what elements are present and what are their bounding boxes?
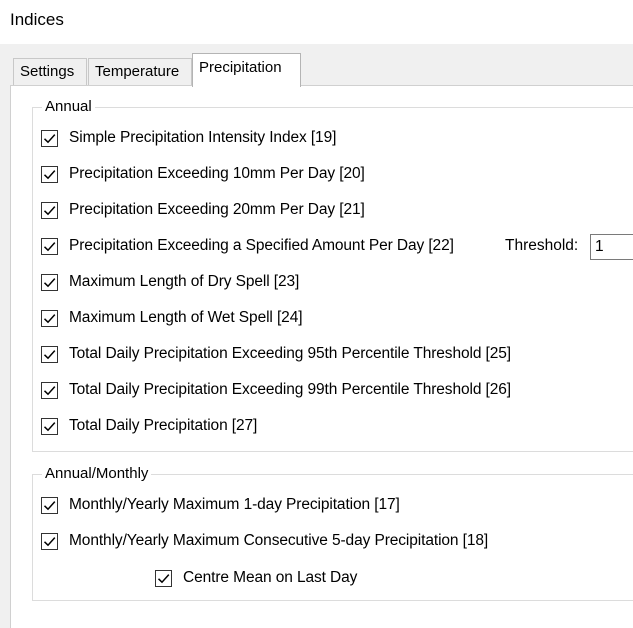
checkbox-row-wet-spell[interactable]: Maximum Length of Wet Spell [24]	[41, 307, 303, 329]
checkbox-label: Maximum Length of Dry Spell [23]	[69, 273, 300, 290]
checkbox-row-95th-percentile[interactable]: Total Daily Precipitation Exceeding 95th…	[41, 343, 511, 365]
checkmark-icon	[43, 133, 56, 143]
window-titlebar: Indices	[0, 0, 633, 44]
checkmark-icon	[43, 500, 56, 510]
checkbox-label: Monthly/Yearly Maximum Consecutive 5-day…	[69, 532, 489, 549]
checkmark-icon	[43, 205, 56, 215]
checkmark-icon	[43, 421, 56, 431]
checkmark-icon	[43, 277, 56, 287]
checkbox-label: Centre Mean on Last Day	[183, 569, 358, 586]
checkmark-icon	[43, 385, 56, 395]
checkmark-icon	[43, 169, 56, 179]
checkbox-label: Simple Precipitation Intensity Index [19…	[69, 129, 337, 146]
tab-settings[interactable]: Settings	[13, 58, 87, 85]
threshold-label: Threshold:	[505, 237, 579, 254]
checkbox[interactable]	[41, 201, 58, 219]
checkbox[interactable]	[41, 532, 58, 550]
tab-strip: Settings Temperature Precipitation	[0, 44, 633, 87]
checkbox-label: Monthly/Yearly Maximum 1-day Precipitati…	[69, 496, 400, 513]
checkbox-row-max-1day[interactable]: Monthly/Yearly Maximum 1-day Precipitati…	[41, 494, 400, 516]
checkbox[interactable]	[41, 309, 58, 327]
checkbox-label: Total Daily Precipitation [27]	[69, 417, 258, 434]
checkbox-row-centre-mean[interactable]: Centre Mean on Last Day	[155, 567, 357, 589]
checkbox-row-spii[interactable]: Simple Precipitation Intensity Index [19…	[41, 127, 336, 149]
annual-monthly-group-legend: Annual/Monthly	[42, 464, 152, 484]
tab-temperature[interactable]: Temperature	[88, 58, 192, 85]
tab-page-precipitation: Annual Simple Precipitation Intensity In…	[10, 85, 633, 628]
threshold-input[interactable]	[590, 234, 633, 260]
checkbox[interactable]	[41, 381, 58, 399]
checkbox[interactable]	[41, 496, 58, 514]
checkbox-row-99th-percentile[interactable]: Total Daily Precipitation Exceeding 99th…	[41, 379, 511, 401]
window-title: Indices	[10, 10, 64, 29]
checkbox-label: Precipitation Exceeding 10mm Per Day [20…	[69, 165, 365, 182]
checkbox-label: Total Daily Precipitation Exceeding 95th…	[69, 345, 512, 362]
checkbox[interactable]	[155, 569, 172, 587]
checkmark-icon	[43, 241, 56, 251]
checkbox[interactable]	[41, 417, 58, 435]
checkbox[interactable]	[41, 165, 58, 183]
checkbox-label: Maximum Length of Wet Spell [24]	[69, 309, 303, 326]
checkbox-label: Total Daily Precipitation Exceeding 99th…	[69, 381, 512, 398]
checkbox[interactable]	[41, 273, 58, 291]
checkbox-row-total-daily[interactable]: Total Daily Precipitation [27]	[41, 415, 257, 437]
checkbox[interactable]	[41, 129, 58, 147]
tab-precipitation[interactable]: Precipitation	[192, 53, 301, 87]
checkmark-icon	[157, 573, 170, 583]
checkbox-label: Precipitation Exceeding 20mm Per Day [21…	[69, 201, 365, 218]
checkbox-label: Precipitation Exceeding a Specified Amou…	[69, 237, 454, 254]
checkbox-row-exceed-10mm[interactable]: Precipitation Exceeding 10mm Per Day [20…	[41, 163, 365, 185]
annual-group-legend: Annual	[42, 97, 95, 117]
annual-group: Annual Simple Precipitation Intensity In…	[32, 97, 633, 452]
checkbox[interactable]	[41, 345, 58, 363]
checkbox-row-exceed-20mm[interactable]: Precipitation Exceeding 20mm Per Day [21…	[41, 199, 365, 221]
checkbox-row-exceed-specified[interactable]: Precipitation Exceeding a Specified Amou…	[41, 235, 454, 257]
checkbox-row-dry-spell[interactable]: Maximum Length of Dry Spell [23]	[41, 271, 299, 293]
checkmark-icon	[43, 313, 56, 323]
checkbox-row-max-5day[interactable]: Monthly/Yearly Maximum Consecutive 5-day…	[41, 530, 488, 552]
checkmark-icon	[43, 536, 56, 546]
checkbox[interactable]	[41, 237, 58, 255]
checkmark-icon	[43, 349, 56, 359]
annual-monthly-group: Annual/Monthly Monthly/Yearly Maximum 1-…	[32, 464, 633, 601]
